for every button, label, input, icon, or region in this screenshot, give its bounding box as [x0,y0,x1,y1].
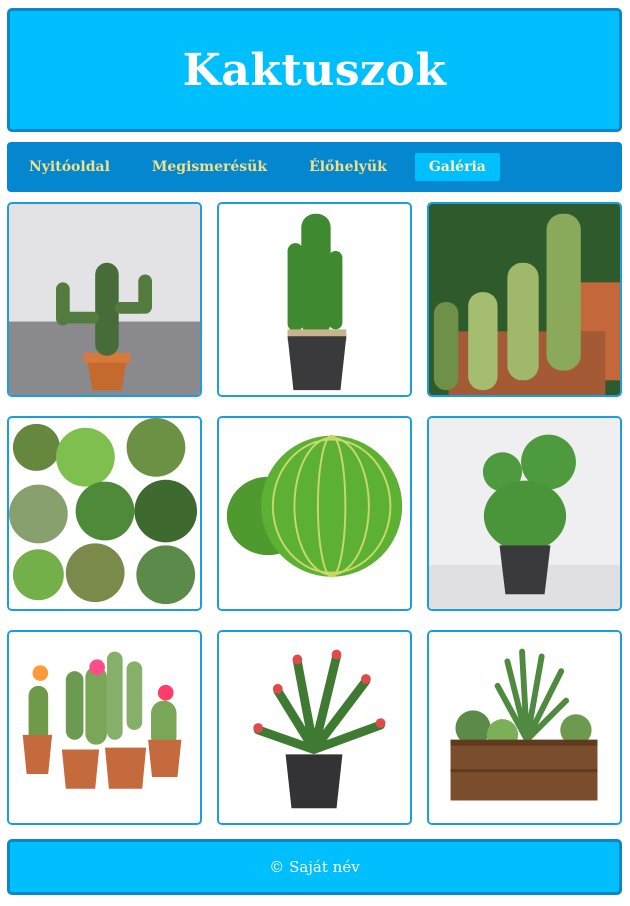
cactus-pot-gray-fur-photo [9,204,200,395]
flowering-cacti-pots-photo [9,632,200,823]
round-cactus-black-pot-photo [429,418,620,609]
main-nav: Nyitóoldal Megismerésük Élőhelyük Galéri… [7,142,622,192]
gallery-image-4[interactable] [7,416,202,611]
nav-item-about[interactable]: Megismerésük [138,153,281,181]
gallery-image-3[interactable] [427,202,622,397]
nav-item-gallery[interactable]: Galéria [414,153,500,181]
footer-text: © Saját név [269,858,360,876]
nav-item-home[interactable]: Nyitóoldal [15,153,124,181]
gallery-image-7[interactable] [7,630,202,825]
gallery-image-9[interactable] [427,630,622,825]
gallery-image-5[interactable] [217,416,412,611]
gallery-image-6[interactable] [427,416,622,611]
gallery-image-2[interactable] [217,202,412,397]
succulents-wooden-box-photo [429,632,620,823]
page-title: Kaktuszok [182,44,447,96]
gallery-image-8[interactable] [217,630,412,825]
christmas-cactus-photo [219,632,410,823]
succulents-top-view-photo [9,418,200,609]
site-footer: © Saját név [7,839,622,895]
gallery-image-1[interactable] [7,202,202,397]
cactus-group-greenhouse-photo [429,204,620,395]
barrel-cactus-cushion-photo [219,418,410,609]
nav-item-habitat[interactable]: Élőhelyük [295,153,401,181]
site-header: Kaktuszok [7,8,622,132]
columnar-cactus-black-pot-photo [219,204,410,395]
